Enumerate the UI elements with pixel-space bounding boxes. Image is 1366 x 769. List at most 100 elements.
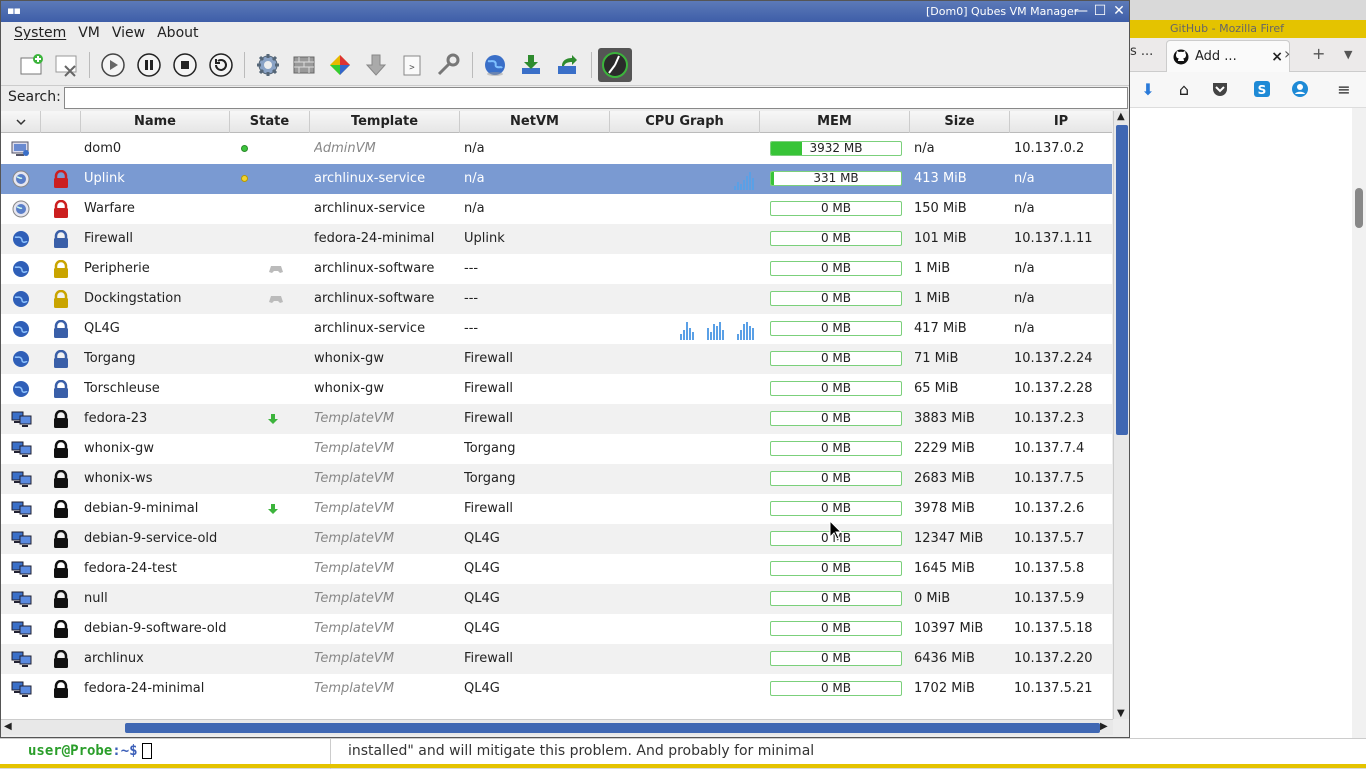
- vm-name: debian-9-software-old: [84, 621, 227, 636]
- vm-ip: 10.137.1.11: [1014, 231, 1093, 246]
- table-row[interactable]: fedora-23 TemplateVM Firewall 0 MB 3883 MiB 1…: [1, 404, 1112, 434]
- applications-button[interactable]: [325, 50, 355, 80]
- column-header-size[interactable]: Size: [910, 111, 1010, 133]
- account-icon[interactable]: [1290, 80, 1310, 100]
- vm-size: 6436 MiB: [914, 651, 975, 666]
- table-row[interactable]: Uplink archlinux-service n/a 331 MB 413 MiB n…: [1, 164, 1112, 194]
- cpu-graph: [611, 648, 759, 670]
- pause-vm-button[interactable]: [134, 50, 164, 80]
- hamburger-menu-icon[interactable]: ≡: [1334, 80, 1354, 100]
- table-row[interactable]: Warfare archlinux-service n/a 0 MB 150 MiB n/…: [1, 194, 1112, 224]
- horizontal-scrollbar-thumb[interactable]: [125, 723, 1100, 733]
- table-row[interactable]: null TemplateVM QL4G 0 MB 0 MiB 10.137.5.9: [1, 584, 1112, 614]
- cpu-graph: [611, 588, 759, 610]
- column-header-mem[interactable]: MEM: [760, 111, 910, 133]
- pocket-icon[interactable]: [1210, 80, 1230, 100]
- scroll-up-icon[interactable]: ▲: [1117, 111, 1125, 122]
- menu-system[interactable]: System: [8, 22, 72, 44]
- menu-vm[interactable]: VM: [72, 22, 106, 44]
- vertical-scrollbar[interactable]: ▲ ▼: [1113, 111, 1129, 719]
- close-icon[interactable]: ✕: [1110, 2, 1128, 20]
- chevron-down-icon[interactable]: ▼: [1344, 48, 1352, 61]
- menu-about[interactable]: About: [151, 22, 204, 44]
- skype-icon[interactable]: S: [1252, 80, 1272, 100]
- cpu-graph: [611, 678, 759, 700]
- vertical-scrollbar-thumb[interactable]: [1116, 125, 1128, 435]
- table-row[interactable]: Peripherie archlinux-software --- 0 MB 1 MiB…: [1, 254, 1112, 284]
- vm-netvm: QL4G: [464, 621, 500, 636]
- table-row[interactable]: QL4G archlinux-service --- 0 MB 417 MiB n/a: [1, 314, 1112, 344]
- table-row[interactable]: debian-9-minimal TemplateVM Firewall 0 MB 39…: [1, 494, 1112, 524]
- column-header-template[interactable]: Template: [310, 111, 460, 133]
- search-input[interactable]: [64, 87, 1128, 109]
- column-header-netvm[interactable]: NetVM: [460, 111, 610, 133]
- table-row[interactable]: fedora-24-minimal TemplateVM QL4G 0 MB 1702 …: [1, 674, 1112, 704]
- vm-template: TemplateVM: [314, 621, 395, 636]
- menu-view[interactable]: View: [106, 22, 151, 44]
- globe-icon: [11, 290, 31, 308]
- update-vm-button[interactable]: [361, 50, 391, 80]
- vm-ip: 10.137.0.2: [1014, 141, 1085, 156]
- stop-vm-button[interactable]: [170, 50, 200, 80]
- table-row[interactable]: whonix-ws TemplateVM Torgang 0 MB 2683 MiB 10…: [1, 464, 1112, 494]
- vm-netvm: Firewall: [464, 651, 514, 666]
- chevron-right-icon[interactable]: ›: [1284, 44, 1290, 63]
- scroll-left-icon[interactable]: ◀: [4, 721, 12, 732]
- vm-template: TemplateVM: [314, 681, 395, 696]
- window-titlebar[interactable]: ▪▪ [Dom0] Qubes VM Manager — ☐ ✕: [1, 1, 1129, 22]
- table-row[interactable]: archlinux TemplateVM Firewall 0 MB 6436 MiB 1…: [1, 644, 1112, 674]
- table-row[interactable]: dom0 AdminVM n/a 3932 MB n/a 10.137.0.2: [1, 134, 1112, 164]
- firewall-button[interactable]: [289, 50, 319, 80]
- scroll-down-icon[interactable]: ▼: [1117, 708, 1125, 719]
- column-header-name[interactable]: Name: [81, 111, 230, 133]
- running-status-icon: [241, 145, 248, 152]
- label-column-header[interactable]: [41, 111, 81, 133]
- horizontal-scrollbar[interactable]: ◀ ▶: [1, 719, 1113, 735]
- download-icon[interactable]: ⬇: [1138, 80, 1158, 100]
- table-row[interactable]: Torschleuse whonix-gw Firewall 0 MB 65 MiB 10…: [1, 374, 1112, 404]
- home-icon[interactable]: ⌂: [1174, 80, 1194, 100]
- svg-text:S: S: [1258, 83, 1267, 97]
- column-header-state[interactable]: State: [230, 111, 310, 133]
- vm-settings-button[interactable]: [253, 50, 283, 80]
- run-command-button[interactable]: >: [397, 50, 427, 80]
- window-menu-icon[interactable]: ▪▪: [7, 4, 21, 17]
- start-vm-button[interactable]: [98, 50, 128, 80]
- table-row[interactable]: debian-9-service-old TemplateVM QL4G 0 MB 12…: [1, 524, 1112, 554]
- logs-toggle-button[interactable]: [598, 48, 632, 82]
- globe-icon: [11, 380, 31, 398]
- firefox-tab-active[interactable]: Add ... ×: [1166, 40, 1290, 72]
- table-row[interactable]: whonix-gw TemplateVM Torgang 0 MB 2229 MiB 10…: [1, 434, 1112, 464]
- transient-status-icon: [241, 175, 248, 182]
- restore-button[interactable]: [552, 50, 582, 80]
- minimize-icon[interactable]: —: [1072, 2, 1090, 20]
- firefox-tab-previous[interactable]: s ...: [1130, 44, 1153, 59]
- backup-button[interactable]: [516, 50, 546, 80]
- lock-icon: [52, 649, 70, 669]
- table-row[interactable]: fedora-24-test TemplateVM QL4G 0 MB 1645 MiB…: [1, 554, 1112, 584]
- mem-bar: 0 MB: [770, 561, 902, 576]
- close-icon[interactable]: ×: [1271, 49, 1283, 65]
- restart-vm-button[interactable]: [206, 50, 236, 80]
- show-network-button[interactable]: [480, 50, 510, 80]
- column-header-cpu-graph[interactable]: CPU Graph: [610, 111, 760, 133]
- table-row[interactable]: Firewall fedora-24-minimal Uplink 0 MB 101 M…: [1, 224, 1112, 254]
- new-tab-icon[interactable]: +: [1312, 44, 1325, 63]
- scroll-right-icon[interactable]: ▶: [1100, 721, 1108, 732]
- remove-vm-button[interactable]: [51, 50, 81, 80]
- create-vm-button[interactable]: [16, 50, 46, 80]
- lock-icon: [52, 439, 70, 459]
- column-header-ip[interactable]: IP: [1010, 111, 1112, 133]
- vm-size: 413 MiB: [914, 171, 967, 186]
- table-row[interactable]: Dockingstation archlinux-software --- 0 MB 1…: [1, 284, 1112, 314]
- terminal-prompt[interactable]: user@Probe:~$: [28, 743, 152, 759]
- cpu-graph-bar: [707, 328, 709, 340]
- table-row[interactable]: Torgang whonix-gw Firewall 0 MB 71 MiB 10.137…: [1, 344, 1112, 374]
- firefox-scrollbar[interactable]: [1352, 108, 1366, 768]
- global-settings-button[interactable]: [433, 50, 463, 80]
- maximize-icon[interactable]: ☐: [1091, 2, 1109, 20]
- netvm-icon: [11, 170, 31, 188]
- table-row[interactable]: debian-9-software-old TemplateVM QL4G 0 MB 1…: [1, 614, 1112, 644]
- vm-name: debian-9-minimal: [84, 501, 199, 516]
- sort-type-column[interactable]: [1, 111, 41, 133]
